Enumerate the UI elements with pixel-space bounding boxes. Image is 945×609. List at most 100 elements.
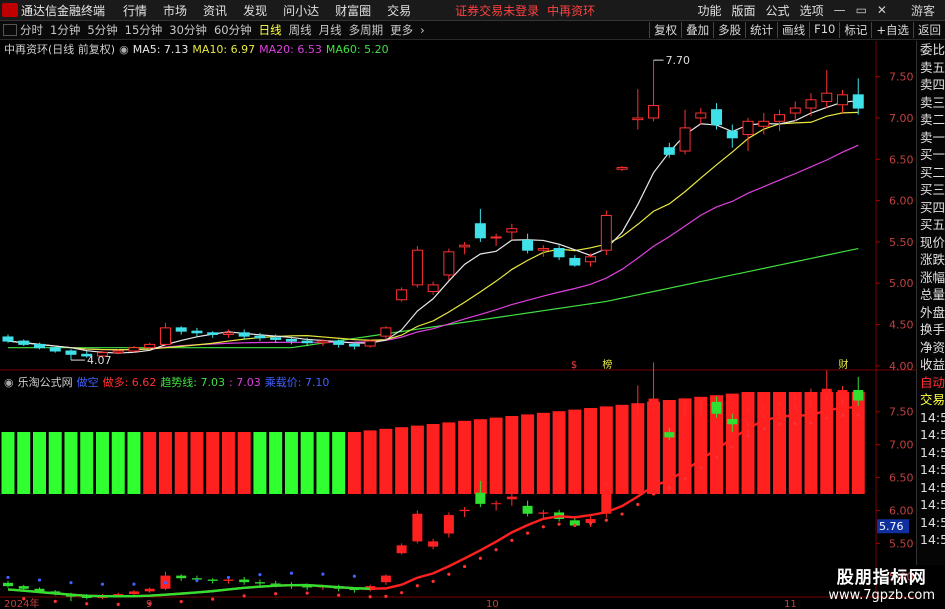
settings-icon[interactable]: ◉ xyxy=(4,376,14,389)
watermark-url: www.7gpzb.com xyxy=(828,588,935,603)
sidebar-item[interactable]: 买二 xyxy=(917,164,945,182)
signal-dot xyxy=(777,422,782,427)
candle-body xyxy=(632,117,644,121)
sub-candle-body xyxy=(459,509,470,512)
candle-body xyxy=(159,327,171,345)
candle-body xyxy=(2,336,14,342)
sidebar-item[interactable]: 卖五 xyxy=(917,59,945,77)
candle-body xyxy=(774,114,786,122)
signal-bar xyxy=(332,432,346,494)
ma5-label: MA5: 7.13 xyxy=(132,42,189,56)
signal-bar xyxy=(820,392,834,494)
signal-dot xyxy=(400,591,404,595)
signal-bar xyxy=(221,432,235,494)
sub-candle-body xyxy=(853,390,864,401)
signal-dot xyxy=(651,492,656,496)
signal-bar xyxy=(300,432,314,494)
event-marker: 财 xyxy=(839,358,849,371)
sidebar-item[interactable]: 涨跌 xyxy=(917,251,945,269)
signal-bar xyxy=(127,432,141,494)
candle-body xyxy=(348,343,360,347)
sidebar-item[interactable]: 交易 xyxy=(917,391,945,409)
sub-y-tick-label: 6.00 xyxy=(889,504,914,517)
candle-body xyxy=(490,236,502,239)
settings-icon[interactable]: ◉ xyxy=(119,43,129,56)
candle-body xyxy=(553,248,565,258)
sub-y-tick-label: 6.50 xyxy=(889,472,914,485)
watermark: 股朋指标网 www.7gpzb.com xyxy=(828,563,935,603)
sub-candle-body xyxy=(443,515,454,534)
candle-body xyxy=(191,330,203,334)
signal-bar xyxy=(190,432,204,494)
sidebar-item[interactable]: 委比 xyxy=(917,41,945,59)
sidebar-item[interactable]: 14:56 xyxy=(917,461,945,479)
sidebar-item[interactable]: 净资 xyxy=(917,339,945,357)
signal-bar xyxy=(174,432,188,494)
signal-dot xyxy=(588,521,593,525)
chart-title: 中再资环(日线 前复权) xyxy=(4,43,116,56)
sidebar-item[interactable]: 卖二 xyxy=(917,111,945,129)
candle-body xyxy=(758,120,770,127)
sub-candle-body xyxy=(412,513,423,542)
signal-bar xyxy=(804,392,818,494)
sidebar-item[interactable]: 买四 xyxy=(917,199,945,217)
sub-chart-title: 乐淘公式网 xyxy=(17,376,73,389)
sidebar-item[interactable]: 14:56 xyxy=(917,479,945,497)
candle-body xyxy=(18,340,30,345)
sub-candle-body xyxy=(743,411,754,422)
candle-body xyxy=(396,289,408,301)
sidebar-item[interactable]: 买五 xyxy=(917,216,945,234)
signal-bar xyxy=(158,432,172,494)
sidebar-item[interactable]: 14:56 xyxy=(917,514,945,532)
sub-candle-body xyxy=(428,541,439,547)
trend-line-green xyxy=(7,583,371,598)
candle-body xyxy=(222,332,234,335)
sidebar-item[interactable]: 14:56 xyxy=(917,531,945,549)
signal-bar xyxy=(206,432,220,494)
sidebar-item[interactable]: 买一 xyxy=(917,146,945,164)
main-chart-legend: 中再资环(日线 前复权) ◉ MA5: 7.13 MA10: 6.97 MA20… xyxy=(4,41,389,57)
sidebar-item[interactable]: 卖三 xyxy=(917,94,945,112)
sub-candle-body xyxy=(774,405,785,412)
signal-dot xyxy=(37,578,42,582)
x-label-sep: 9 xyxy=(146,599,153,609)
signal-dot xyxy=(415,584,419,588)
signal-dot xyxy=(352,574,356,578)
candle-body xyxy=(506,228,518,233)
sidebar-item[interactable]: 卖四 xyxy=(917,76,945,94)
signal-bar xyxy=(17,432,31,494)
sidebar-item[interactable]: 现价 xyxy=(917,234,945,252)
candle-body xyxy=(33,343,45,349)
y-tick-label: 5.00 xyxy=(889,277,914,290)
sidebar-item[interactable]: 换手 xyxy=(917,321,945,339)
sidebar-item[interactable]: 涨幅 xyxy=(917,269,945,287)
sub-candle-body xyxy=(727,418,738,425)
sub-candle-body xyxy=(491,503,502,505)
sidebar-item[interactable]: 14:56 xyxy=(917,409,945,427)
sub-candle-body xyxy=(506,496,517,500)
sidebar-item[interactable]: 14:56 xyxy=(917,444,945,462)
sidebar-item[interactable]: 卖一 xyxy=(917,129,945,147)
signal-dot xyxy=(463,564,467,569)
signal-dot xyxy=(856,413,860,417)
candle-body xyxy=(648,105,660,119)
candle-body xyxy=(459,244,471,248)
signal-dot xyxy=(242,594,246,598)
sidebar-item[interactable]: 总量 xyxy=(917,286,945,304)
sidebar-item[interactable]: 买三 xyxy=(917,181,945,199)
sub-candle-body xyxy=(538,512,549,514)
sidebar-item[interactable]: 收益 xyxy=(917,356,945,374)
sidebar-item[interactable]: 外盘 xyxy=(917,304,945,322)
signal-bar xyxy=(647,401,661,494)
signal-bar xyxy=(584,408,598,494)
sub-candle-body xyxy=(821,388,832,396)
sidebar-item[interactable]: 自动 xyxy=(917,374,945,392)
chart-canvas[interactable]: 7.50 7.00 6.50 6.00 5.50 5.00 4.50 4.00 7.70 4.07… xyxy=(0,0,945,609)
signal-bar xyxy=(316,432,330,494)
sub-candle-body xyxy=(632,408,643,410)
signal-bar xyxy=(442,422,456,494)
sidebar-item[interactable]: 14:56 xyxy=(917,426,945,444)
sidebar-item[interactable]: 14:56 xyxy=(917,496,945,514)
candle-body xyxy=(600,214,612,251)
signal-dot xyxy=(289,571,294,575)
